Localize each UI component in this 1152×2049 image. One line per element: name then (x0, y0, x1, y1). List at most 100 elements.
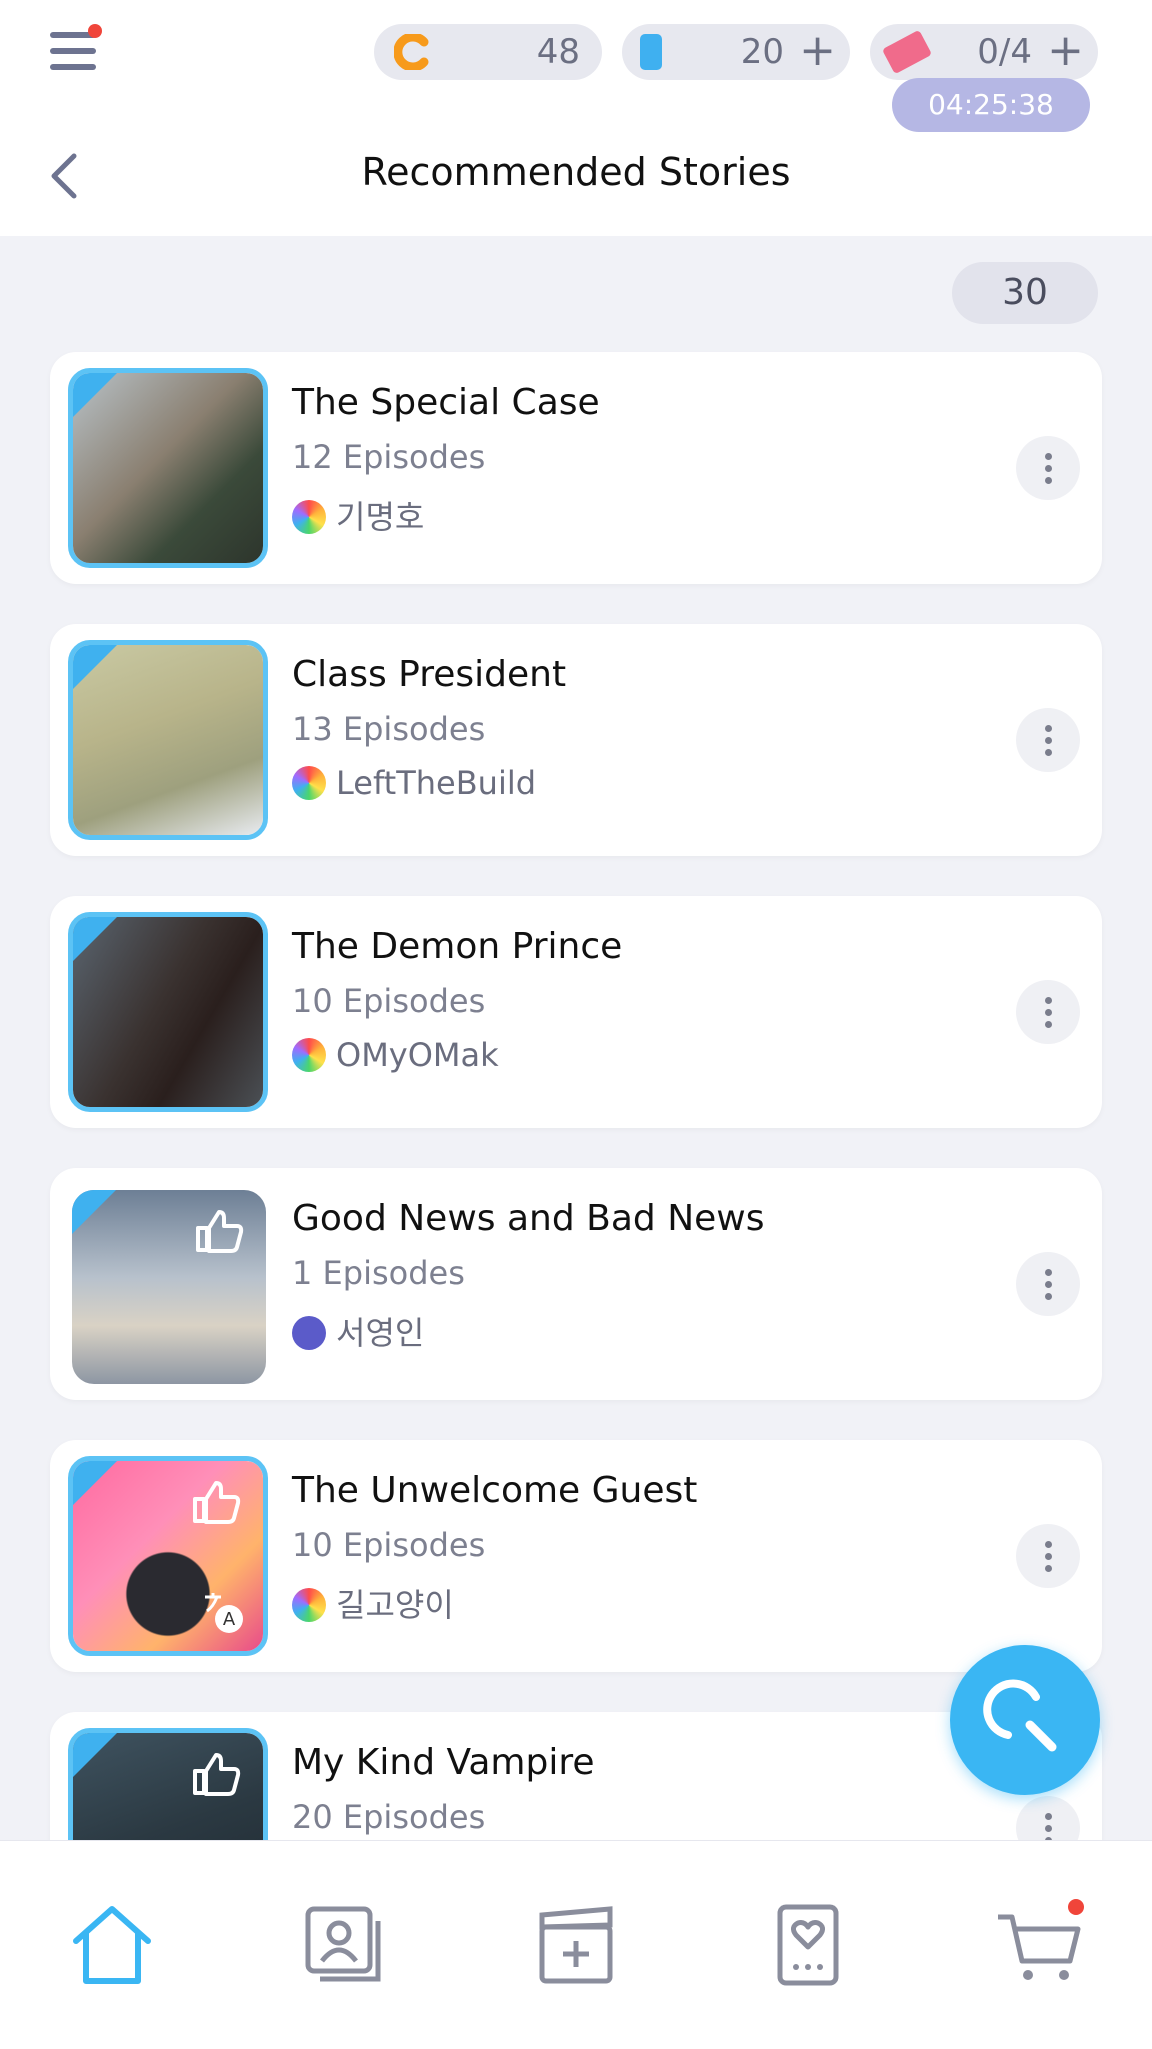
home-icon (73, 1906, 151, 1984)
story-card[interactable]: Class President 13 Episodes LeftTheBuild (50, 624, 1102, 856)
episode-count: 12 Episodes (292, 438, 486, 476)
author: 기명호 (292, 492, 424, 538)
author: 서영인 (292, 1308, 424, 1354)
more-options-button[interactable] (1016, 1524, 1080, 1588)
more-vertical-icon (1045, 1541, 1052, 1548)
tab-favorites[interactable] (758, 1895, 858, 1995)
episode-count: 20 Episodes (292, 1798, 486, 1836)
profile-cards-icon (305, 1906, 381, 1982)
episode-count: 10 Episodes (292, 982, 486, 1020)
author-avatar-icon (292, 766, 326, 800)
translate-icon: A (205, 1593, 243, 1633)
svg-text:A: A (223, 1609, 236, 1630)
author-avatar-icon (292, 1316, 326, 1350)
corner-tag (73, 1733, 117, 1777)
gem-icon (640, 34, 662, 70)
more-dot (1045, 1021, 1052, 1028)
ticket-icon (881, 29, 933, 75)
corner-tag (73, 917, 117, 961)
corner-tag (72, 1190, 116, 1234)
more-dot (1045, 737, 1052, 744)
ticket-timer: 04:25:38 (892, 78, 1090, 132)
tab-create[interactable] (526, 1895, 626, 1995)
story-title: The Unwelcome Guest (292, 1470, 698, 1511)
more-options-button[interactable] (1016, 708, 1080, 772)
tab-shop[interactable] (990, 1895, 1090, 1995)
story-thumbnail (68, 368, 268, 568)
story-card[interactable]: The Special Case 12 Episodes 기명호 (50, 352, 1102, 584)
story-thumbnail (68, 912, 268, 1112)
story-title: Good News and Bad News (292, 1198, 765, 1239)
story-title: The Special Case (292, 382, 600, 423)
heart-card-icon (777, 1904, 839, 1986)
more-options-button[interactable] (1016, 980, 1080, 1044)
thumbs-up-icon (196, 1210, 244, 1253)
story-card[interactable]: The Demon Prince 10 Episodes OMyOMak (50, 896, 1102, 1128)
thumbs-up-icon (193, 1753, 241, 1796)
corner-tag (73, 1461, 117, 1505)
coins-counter[interactable]: 48 (374, 24, 602, 80)
author-avatar-icon (292, 500, 326, 534)
page-title: Recommended Stories (361, 150, 791, 194)
author: OMyOMak (292, 1036, 499, 1074)
more-dot (1045, 1553, 1052, 1560)
more-dot (1045, 749, 1052, 756)
more-dot (1045, 1825, 1052, 1832)
more-vertical-icon (1045, 1813, 1052, 1820)
cart-notification-dot (1068, 1899, 1084, 1915)
episode-count: 10 Episodes (292, 1526, 486, 1564)
author-name: 길고양이 (336, 1586, 454, 1624)
story-title: My Kind Vampire (292, 1742, 595, 1783)
author-avatar-icon (292, 1038, 326, 1072)
tab-home[interactable] (62, 1895, 162, 1995)
coins-value: 48 (536, 32, 580, 72)
story-card[interactable]: A The Unwelcome Guest 10 Episodes 길고양이 (50, 1440, 1102, 1672)
more-dot (1045, 1293, 1052, 1300)
add-gems-button[interactable]: + (799, 24, 836, 78)
episode-count: 1 Episodes (292, 1254, 465, 1292)
thumbs-up-icon (193, 1481, 241, 1524)
search-icon (983, 1679, 1057, 1752)
story-thumbnail (72, 1190, 266, 1384)
menu-button[interactable] (46, 24, 102, 76)
clapperboard-add-icon (539, 1906, 613, 1984)
more-dot (1045, 465, 1052, 472)
author-name: OMyOMak (336, 1036, 499, 1074)
author-name: LeftTheBuild (336, 764, 537, 802)
episode-count: 13 Episodes (292, 710, 486, 748)
more-vertical-icon (1045, 1269, 1052, 1276)
search-button[interactable] (950, 1645, 1100, 1795)
tickets-value: 0/4 (977, 32, 1032, 72)
add-tickets-button[interactable]: + (1047, 24, 1084, 78)
tickets-counter[interactable]: 0/4 + (870, 24, 1098, 80)
top-bar: 48 20 + 0/4 + 04:25:38 Recommended Stori… (0, 0, 1152, 236)
more-dot (1045, 1281, 1052, 1288)
story-card[interactable]: Good News and Bad News 1 Episodes 서영인 (50, 1168, 1102, 1400)
author: LeftTheBuild (292, 764, 536, 802)
author-name: 기명호 (336, 498, 425, 536)
story-thumbnail: A (68, 1456, 268, 1656)
coin-icon (394, 34, 429, 70)
author-avatar-icon (292, 1588, 326, 1622)
notification-dot (88, 24, 102, 38)
corner-tag (73, 645, 117, 689)
more-dot (1045, 477, 1052, 484)
author-name: 서영인 (336, 1314, 425, 1352)
more-vertical-icon (1045, 997, 1052, 1004)
menu-icon-bar (50, 64, 96, 70)
bottom-tab-bar (0, 1840, 1152, 2049)
more-vertical-icon (1045, 725, 1052, 732)
author: 길고양이 (292, 1580, 454, 1626)
menu-icon-bar (50, 48, 96, 54)
tab-profile-cards[interactable] (294, 1895, 394, 1995)
corner-tag (73, 373, 117, 417)
story-thumbnail (68, 640, 268, 840)
more-vertical-icon (1045, 453, 1052, 460)
more-options-button[interactable] (1016, 436, 1080, 500)
more-dot (1045, 1565, 1052, 1572)
story-count-badge: 30 (952, 262, 1098, 324)
gems-counter[interactable]: 20 + (622, 24, 850, 80)
story-title: The Demon Prince (292, 926, 623, 967)
story-title: Class President (292, 654, 567, 695)
more-options-button[interactable] (1016, 1252, 1080, 1316)
